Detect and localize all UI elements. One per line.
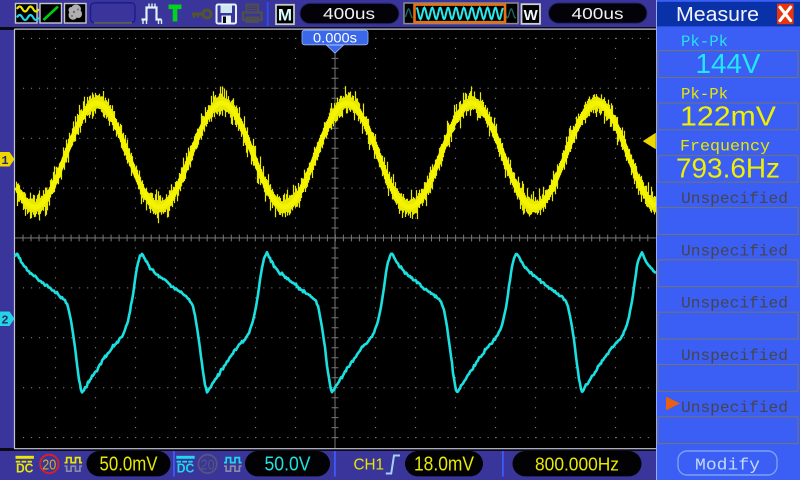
svg-text:Unspecified: Unspecified (681, 295, 788, 313)
svg-text:Unspecified: Unspecified (681, 242, 788, 260)
svg-text:20: 20 (201, 456, 215, 473)
svg-text:18.0mV: 18.0mV (414, 454, 475, 476)
svg-text:122mV: 122mV (680, 100, 777, 131)
svg-text:50.0mV: 50.0mV (100, 454, 159, 476)
svg-text:0.000s: 0.000s (313, 29, 357, 45)
svg-text:1: 1 (1, 154, 8, 168)
svg-text:Unspecified: Unspecified (681, 399, 788, 417)
svg-text:400us: 400us (323, 6, 375, 23)
svg-text:M: M (278, 5, 292, 24)
svg-text:400us: 400us (572, 6, 624, 23)
svg-text:50.0V: 50.0V (265, 454, 312, 476)
svg-text:Measure: Measure (676, 4, 759, 26)
svg-text:2: 2 (1, 314, 8, 328)
svg-text:Modify: Modify (695, 457, 760, 476)
svg-text:Unspecified: Unspecified (681, 347, 788, 365)
svg-text:793.6Hz: 793.6Hz (676, 153, 780, 184)
svg-text:W: W (524, 7, 539, 24)
svg-text:DC: DC (177, 462, 195, 476)
svg-text:144V: 144V (696, 48, 762, 79)
svg-text:20: 20 (42, 456, 56, 473)
svg-text:Unspecified: Unspecified (681, 190, 788, 208)
svg-text:800.000Hz: 800.000Hz (535, 455, 619, 475)
svg-text:DC: DC (16, 462, 34, 476)
svg-text:CH1: CH1 (354, 457, 385, 474)
